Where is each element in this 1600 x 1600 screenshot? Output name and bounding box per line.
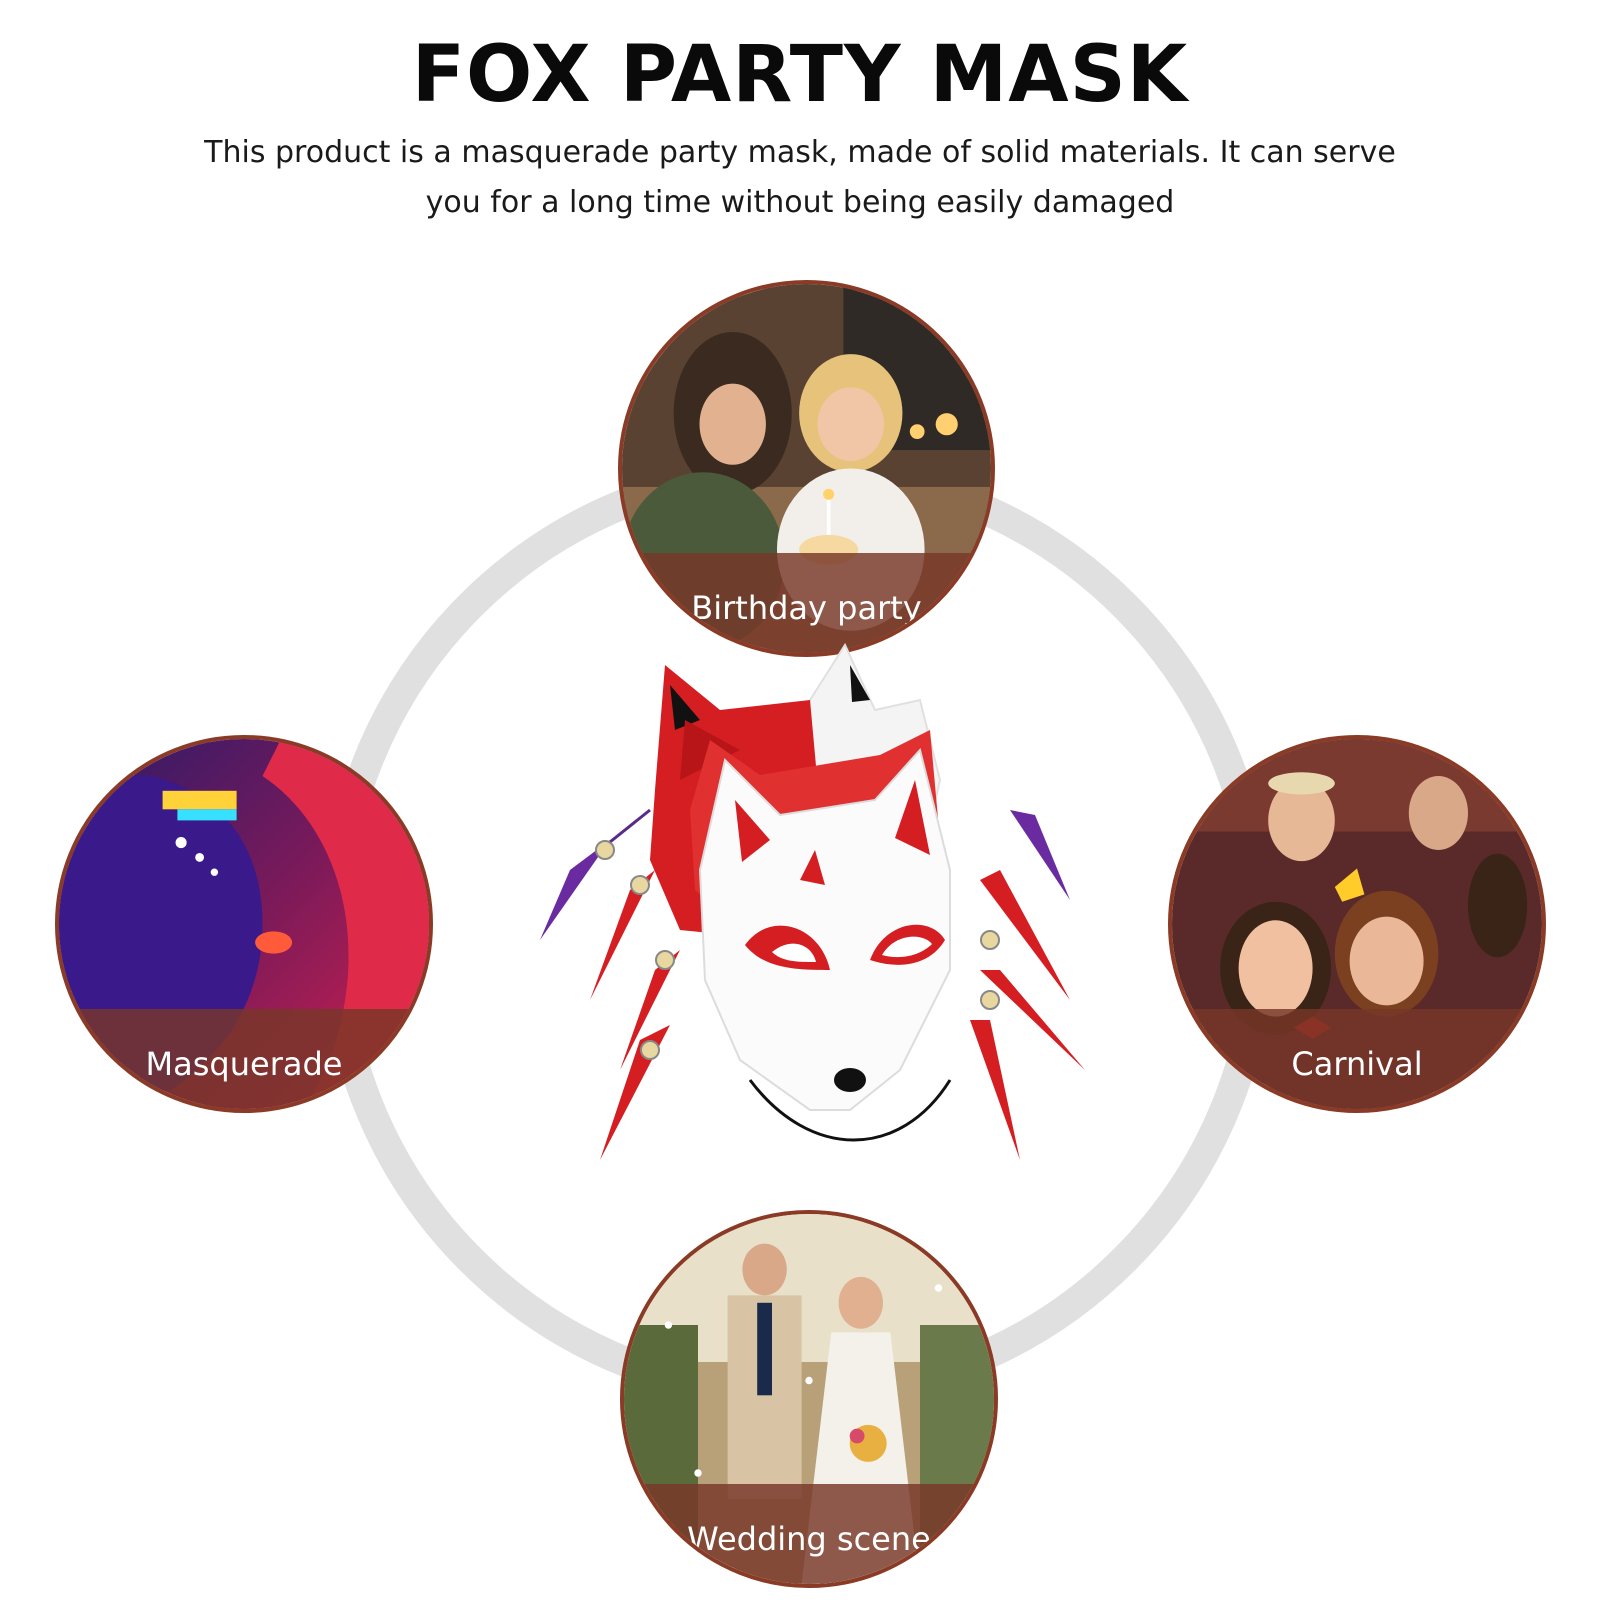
product-description: This product is a masquerade party mask,…	[200, 128, 1400, 228]
scene-label-wedding: Wedding scene	[687, 1520, 931, 1559]
description-line-2: you for a long time without being easily…	[425, 185, 1175, 220]
scene-label-carnival: Carnival	[1291, 1045, 1423, 1084]
scene-label-masquerade: Masquerade	[145, 1045, 343, 1084]
page-title: FOX PARTY MASK	[411, 30, 1189, 120]
scene-birthday-party: Birthday party	[618, 280, 995, 657]
scene-carnival: Carnival	[1168, 735, 1546, 1113]
description-line-1: This product is a masquerade party mask,…	[204, 135, 1396, 170]
fox-mask-image	[540, 642, 1085, 1160]
scene-wedding: Wedding scene	[620, 1210, 998, 1588]
scene-label-birthday: Birthday party	[691, 589, 922, 628]
scene-masquerade: Masquerade	[55, 735, 433, 1113]
